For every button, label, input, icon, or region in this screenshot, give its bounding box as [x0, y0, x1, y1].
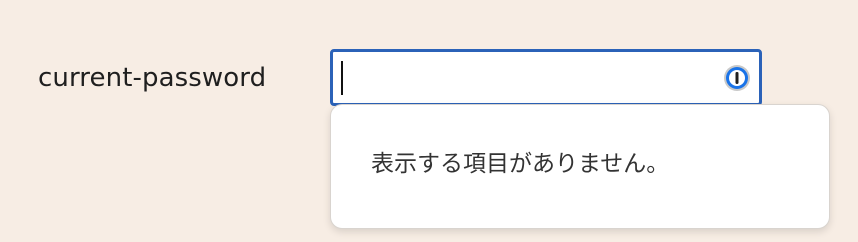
- password-manager-popup: 表示する項目がありません。: [330, 104, 830, 229]
- no-items-message: 表示する項目がありません。: [371, 151, 670, 177]
- current-password-input[interactable]: [333, 52, 723, 103]
- password-manager-icon[interactable]: [723, 64, 751, 92]
- current-password-label: current-password: [38, 63, 267, 93]
- current-password-field[interactable]: [330, 49, 762, 106]
- text-caret: [341, 61, 343, 95]
